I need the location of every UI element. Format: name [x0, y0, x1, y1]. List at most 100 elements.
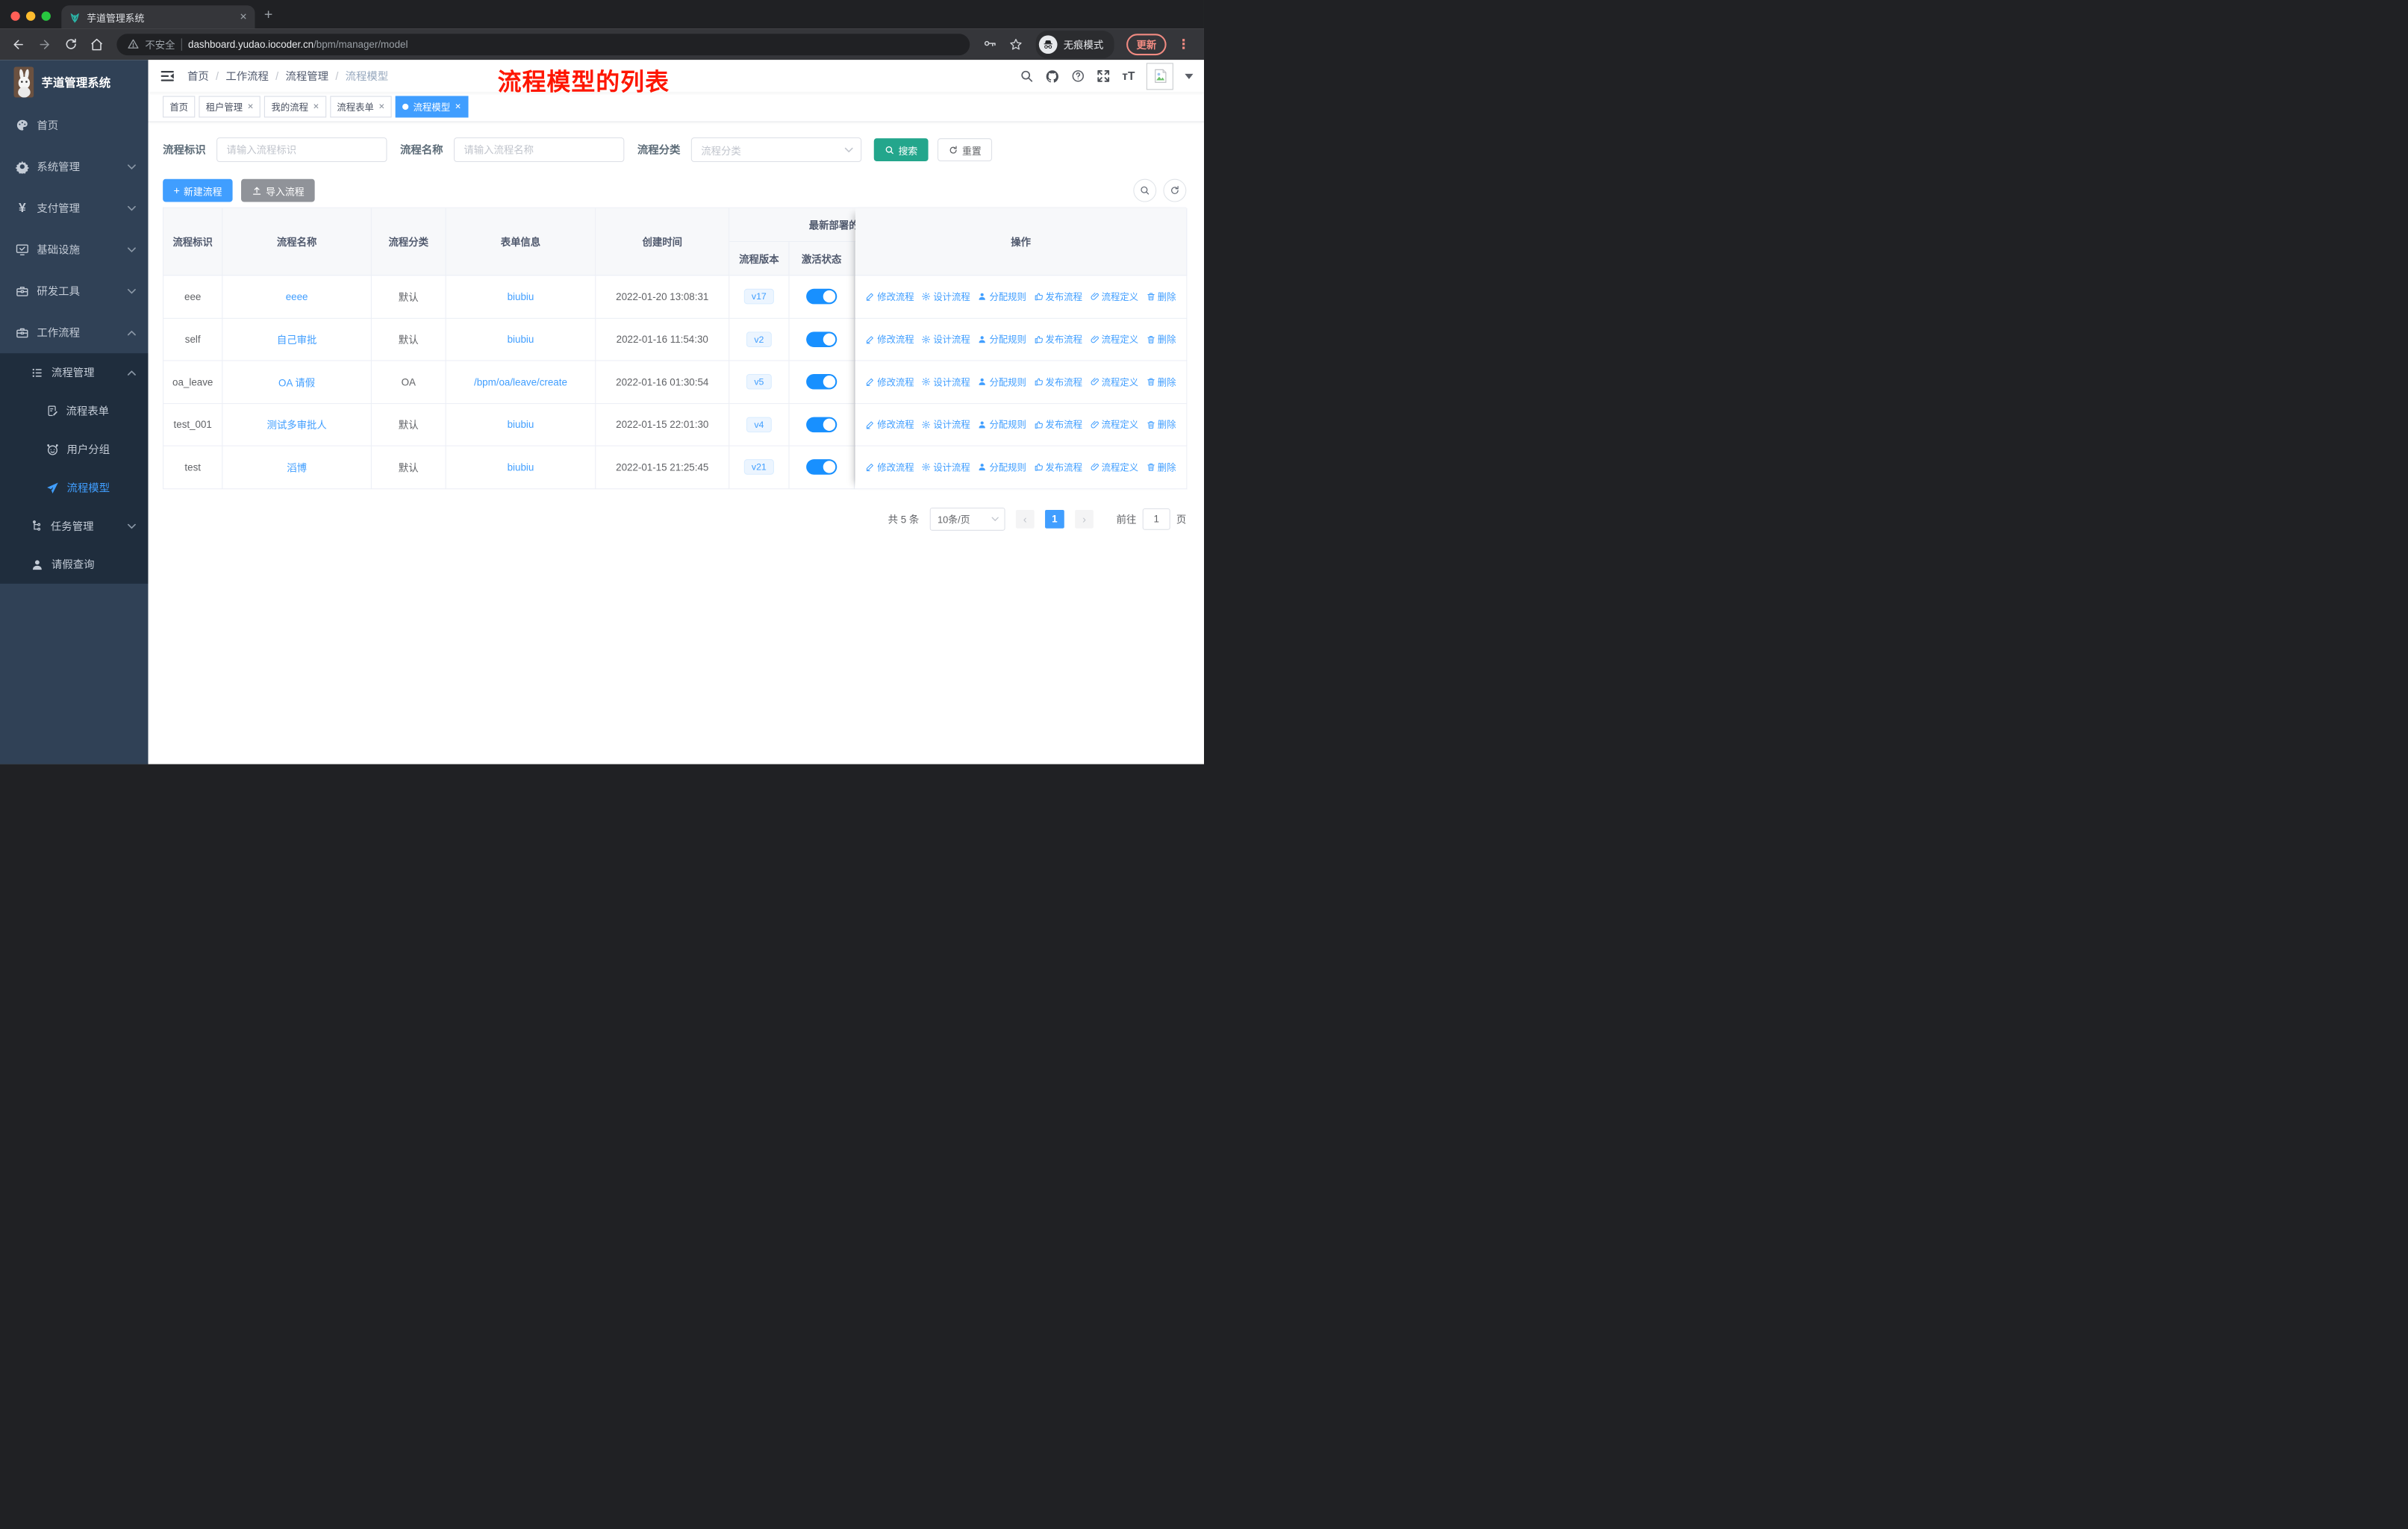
- goto-page-input[interactable]: [1142, 508, 1170, 530]
- tag-home[interactable]: 首页: [163, 96, 196, 118]
- delete-process-link[interactable]: 删除: [1146, 376, 1176, 388]
- maximize-window-button[interactable]: [41, 11, 51, 21]
- process-name-link[interactable]: 滔博: [287, 460, 307, 475]
- sidebar-item-process-model[interactable]: 流程模型: [0, 469, 149, 507]
- delete-process-link[interactable]: 删除: [1146, 461, 1176, 473]
- process-definition-link[interactable]: 流程定义: [1090, 376, 1138, 388]
- forward-button[interactable]: [34, 34, 55, 55]
- sidebar-collapse-icon[interactable]: [160, 69, 175, 84]
- back-button[interactable]: [7, 34, 29, 55]
- caret-down-icon[interactable]: [1185, 73, 1194, 79]
- security-warning-icon[interactable]: [128, 38, 139, 49]
- edit-process-link[interactable]: 修改流程: [866, 290, 914, 303]
- version-badge[interactable]: v17: [743, 289, 775, 305]
- form-info-link[interactable]: biubiu: [508, 334, 534, 345]
- delete-process-link[interactable]: 删除: [1146, 418, 1176, 431]
- assign-rule-link[interactable]: 分配规则: [978, 418, 1026, 431]
- fullscreen-icon[interactable]: [1097, 69, 1111, 84]
- security-label[interactable]: 不安全: [145, 37, 175, 52]
- form-info-link[interactable]: biubiu: [508, 419, 534, 430]
- refresh-table-button[interactable]: [1163, 178, 1187, 202]
- edit-process-link[interactable]: 修改流程: [866, 418, 914, 431]
- update-button[interactable]: 更新: [1126, 33, 1167, 55]
- font-size-icon[interactable]: тT: [1122, 69, 1135, 82]
- process-definition-link[interactable]: 流程定义: [1090, 333, 1138, 346]
- page-number-current[interactable]: 1: [1045, 509, 1064, 529]
- assign-rule-link[interactable]: 分配规则: [978, 290, 1026, 303]
- form-info-link[interactable]: biubiu: [508, 461, 534, 473]
- design-process-link[interactable]: 设计流程: [922, 461, 970, 473]
- password-key-icon[interactable]: [979, 34, 1001, 55]
- reset-button[interactable]: 重置: [938, 138, 993, 162]
- publish-process-link[interactable]: 发布流程: [1034, 333, 1082, 346]
- active-toggle[interactable]: [806, 289, 838, 305]
- home-button[interactable]: [86, 34, 107, 55]
- design-process-link[interactable]: 设计流程: [922, 418, 970, 431]
- active-toggle[interactable]: [806, 459, 838, 475]
- sidebar-item-infrastructure[interactable]: 基础设施: [0, 229, 149, 271]
- sidebar-item-devtools[interactable]: 研发工具: [0, 270, 149, 312]
- tag-tenant[interactable]: 租户管理 ✕: [199, 96, 261, 118]
- process-key-input[interactable]: [216, 137, 387, 163]
- breadcrumb-item[interactable]: 流程管理: [285, 69, 328, 84]
- tag-process-form[interactable]: 流程表单 ✕: [330, 96, 392, 118]
- tab-close-icon[interactable]: ✕: [240, 11, 247, 22]
- version-badge[interactable]: v4: [746, 417, 772, 432]
- process-name-input[interactable]: [453, 137, 625, 163]
- new-tab-button[interactable]: +: [255, 7, 284, 28]
- browser-tab[interactable]: 芋道管理系统 ✕: [61, 5, 255, 29]
- sidebar-item-task-management[interactable]: 任务管理: [0, 507, 149, 545]
- process-definition-link[interactable]: 流程定义: [1090, 418, 1138, 431]
- sidebar-item-leave-query[interactable]: 请假查询: [0, 545, 149, 583]
- search-icon[interactable]: [1020, 69, 1035, 84]
- sidebar-item-process-management[interactable]: 流程管理: [0, 353, 149, 391]
- tag-my-process[interactable]: 我的流程 ✕: [264, 96, 327, 118]
- design-process-link[interactable]: 设计流程: [922, 333, 970, 346]
- window-controls[interactable]: [0, 11, 61, 28]
- breadcrumb-item[interactable]: 工作流程: [225, 69, 269, 84]
- active-toggle[interactable]: [806, 331, 838, 347]
- tag-close-icon[interactable]: ✕: [247, 102, 254, 110]
- tag-close-icon[interactable]: ✕: [378, 102, 385, 110]
- process-definition-link[interactable]: 流程定义: [1090, 290, 1138, 303]
- publish-process-link[interactable]: 发布流程: [1034, 376, 1082, 388]
- close-window-button[interactable]: [10, 11, 20, 21]
- address-bar[interactable]: 不安全 dashboard.yudao.iocoder.cn/bpm/manag…: [116, 33, 970, 55]
- tag-process-model-active[interactable]: 流程模型 ✕: [396, 96, 469, 118]
- create-process-button[interactable]: + 新建流程: [163, 178, 233, 202]
- process-name-link[interactable]: eeee: [286, 291, 308, 302]
- url-text[interactable]: dashboard.yudao.iocoder.cn/bpm/manager/m…: [188, 38, 408, 49]
- design-process-link[interactable]: 设计流程: [922, 290, 970, 303]
- reload-button[interactable]: [60, 34, 81, 55]
- publish-process-link[interactable]: 发布流程: [1034, 418, 1082, 431]
- tag-close-icon[interactable]: ✕: [455, 102, 461, 110]
- browser-menu-icon[interactable]: ⋮: [1171, 37, 1197, 52]
- bookmark-star-icon[interactable]: [1005, 34, 1027, 55]
- sidebar-item-payment[interactable]: ¥ 支付管理: [0, 187, 149, 229]
- publish-process-link[interactable]: 发布流程: [1034, 461, 1082, 473]
- search-button[interactable]: 搜索: [873, 138, 929, 162]
- version-badge[interactable]: v2: [746, 331, 772, 347]
- sidebar-item-user-group[interactable]: 用户分组: [0, 430, 149, 468]
- form-info-link[interactable]: biubiu: [508, 291, 534, 302]
- next-page-button[interactable]: ›: [1075, 509, 1094, 529]
- form-info-link[interactable]: /bpm/oa/leave/create: [474, 376, 567, 387]
- sidebar-item-system[interactable]: 系统管理: [0, 146, 149, 187]
- category-select[interactable]: 流程分类: [690, 137, 862, 163]
- active-toggle[interactable]: [806, 374, 838, 390]
- assign-rule-link[interactable]: 分配规则: [978, 333, 1026, 346]
- edit-process-link[interactable]: 修改流程: [866, 461, 914, 473]
- user-avatar[interactable]: [1146, 62, 1173, 90]
- assign-rule-link[interactable]: 分配规则: [978, 461, 1026, 473]
- publish-process-link[interactable]: 发布流程: [1034, 290, 1082, 303]
- sidebar-item-workflow[interactable]: 工作流程: [0, 312, 149, 354]
- help-icon[interactable]: [1072, 69, 1086, 84]
- delete-process-link[interactable]: 删除: [1146, 290, 1176, 303]
- github-icon[interactable]: [1046, 69, 1061, 84]
- delete-process-link[interactable]: 删除: [1146, 333, 1176, 346]
- breadcrumb-item[interactable]: 首页: [187, 69, 209, 84]
- process-name-link[interactable]: 测试多审批人: [266, 417, 326, 432]
- prev-page-button[interactable]: ‹: [1015, 509, 1035, 529]
- assign-rule-link[interactable]: 分配规则: [978, 376, 1026, 388]
- process-name-link[interactable]: OA 请假: [278, 375, 315, 390]
